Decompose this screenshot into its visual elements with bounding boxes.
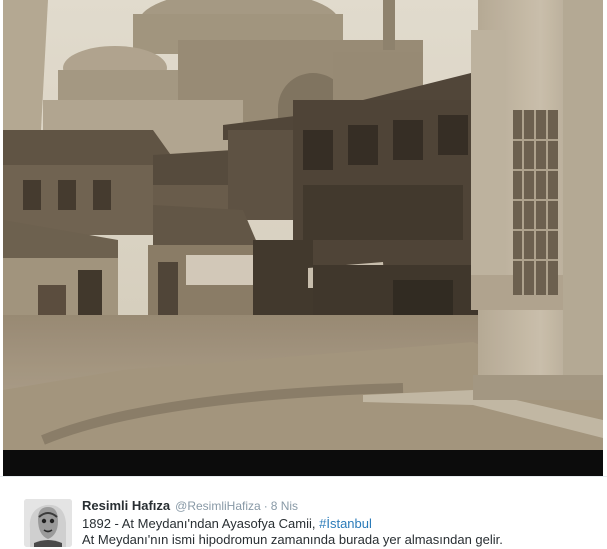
- portrait-avatar-icon[interactable]: [24, 499, 72, 547]
- tweet-card: Resimli Hafıza @ResimliHafiza · 8 Nis 1892 …: [0, 0, 607, 549]
- tweet-body: Resimli Hafıza @ResimliHafiza · 8 Nis 1892 …: [0, 476, 607, 549]
- historic-photo[interactable]: [3, 0, 603, 450]
- tweet-text-prefix: 1892 - At Meydanı'ndan Ayasofya Camii,: [82, 516, 320, 531]
- tweet-timestamp[interactable]: 8 Nis: [271, 499, 298, 513]
- hashtag-link[interactable]: #İstanbul: [319, 516, 372, 531]
- tweet-text-line-1: 1892 - At Meydanı'ndan Ayasofya Camii, #…: [82, 516, 602, 532]
- tweet-header: Resimli Hafıza @ResimliHafiza · 8 Nis: [82, 498, 298, 514]
- photo-illustration: [3, 0, 603, 450]
- display-name[interactable]: Resimli Hafıza: [82, 498, 170, 513]
- separator-dot: ·: [263, 499, 268, 513]
- tweet-text: 1892 - At Meydanı'ndan Ayasofya Camii, #…: [82, 516, 602, 548]
- tweet-text-line-2: At Meydanı'nın ismi hipodromun zamanında…: [82, 532, 503, 547]
- tweet-media[interactable]: [3, 0, 603, 476]
- user-handle[interactable]: @ResimliHafiza: [175, 499, 261, 513]
